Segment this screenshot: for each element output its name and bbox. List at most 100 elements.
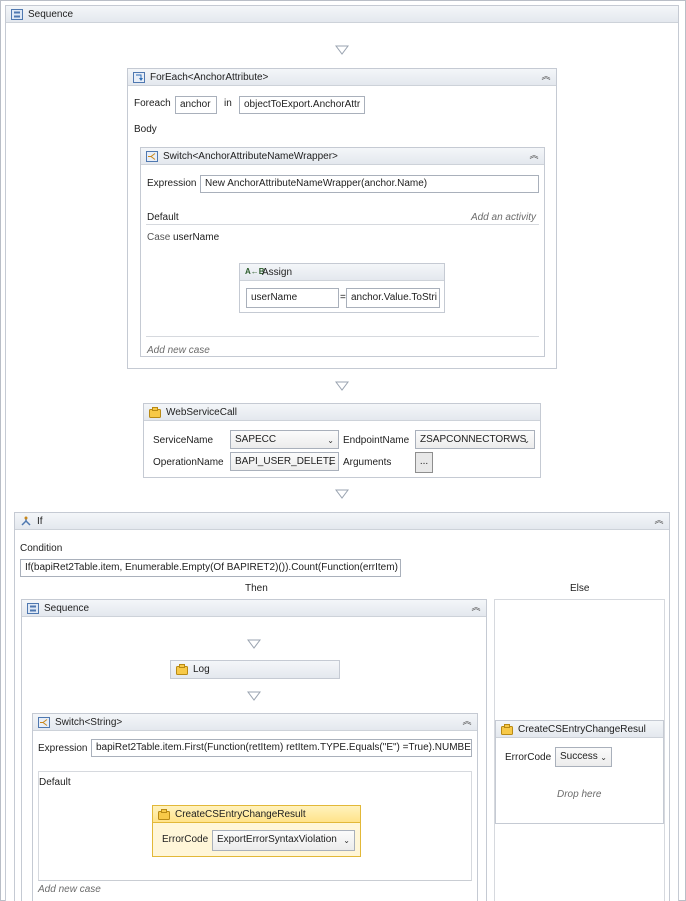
switch-string-activity[interactable]: Switch<String> ︽ Expression bapiRet2Tabl… — [32, 713, 478, 901]
if-icon — [21, 516, 31, 526]
chevron-down-icon: ⌄ — [523, 436, 530, 445]
condition-label: Condition — [20, 543, 63, 554]
switch-anchor-expression-input[interactable]: New AnchorAttributeNameWrapper(anchor.Na… — [200, 175, 539, 193]
chevron-down-icon: ⌄ — [327, 458, 334, 467]
service-name-label: ServiceName — [153, 435, 214, 446]
chevron-down-icon: ⌄ — [327, 436, 334, 445]
drop-target-arrow[interactable] — [247, 639, 261, 649]
errorcode-label: ErrorCode — [162, 834, 209, 845]
collapse-icon[interactable]: ︽ — [461, 716, 473, 728]
else-label: Else — [570, 583, 590, 594]
collapse-icon[interactable]: ︽ — [528, 150, 540, 162]
endpoint-name-select[interactable]: ZSAPCONNECTORWS ⌄ — [415, 430, 535, 449]
assign-to-input[interactable]: userName — [246, 288, 339, 308]
switch-anchor-case-region: Case userName A←B Assign userName = anch… — [146, 224, 539, 337]
inner-sequence-header[interactable]: Sequence ︽ — [22, 600, 486, 617]
arguments-button[interactable]: ... — [415, 452, 433, 473]
foreach-icon — [133, 72, 145, 83]
switch-anchor-default-label: Default — [147, 212, 179, 223]
switch-string-default-region: Default CreateCSEntryChangeResult ErrorC… — [38, 771, 472, 881]
outer-sequence-header[interactable]: Sequence — [6, 6, 678, 23]
webservice-header[interactable]: WebServiceCall — [144, 404, 540, 421]
add-new-case-link[interactable]: Add new case — [147, 345, 210, 356]
drop-target-arrow[interactable] — [247, 691, 261, 701]
webservice-call-activity[interactable]: WebServiceCall ServiceName SAPECC ⌄ Endp… — [143, 403, 541, 478]
if-activity[interactable]: If ︽ Condition If(bapiRet2Table.item, En… — [14, 512, 670, 901]
errorcode-label: ErrorCode — [505, 752, 552, 763]
switch-anchor-title: Switch<AnchorAttributeNameWrapper> — [163, 151, 338, 162]
switch-anchor-expression-label: Expression — [147, 178, 197, 189]
create-result-then-title: CreateCSEntryChangeResult — [175, 809, 306, 820]
foreach-in-label: in — [224, 98, 232, 109]
assign-activity[interactable]: A←B Assign userName = anchor.Value.ToStr… — [239, 263, 445, 313]
activity-icon — [501, 724, 513, 735]
errorcode-select[interactable]: ExportErrorSyntaxViolation ⌄ — [212, 830, 355, 851]
create-result-else-header[interactable]: CreateCSEntryChangeResul — [496, 721, 663, 738]
assign-header[interactable]: A←B Assign — [240, 264, 444, 281]
foreach-label: Foreach — [134, 98, 171, 109]
errorcode-value: ExportErrorSyntaxViolation — [217, 834, 337, 845]
operation-name-value: BAPI_USER_DELETE — [235, 456, 336, 467]
endpoint-name-label: EndpointName — [343, 435, 410, 446]
drop-target-arrow[interactable] — [335, 381, 349, 391]
service-name-select[interactable]: SAPECC ⌄ — [230, 430, 339, 449]
create-result-else-activity[interactable]: CreateCSEntryChangeResul ErrorCode Succe… — [495, 720, 664, 824]
inner-sequence-title: Sequence — [44, 603, 90, 614]
endpoint-name-value: ZSAPCONNECTORWS — [420, 434, 527, 445]
foreach-item-input[interactable]: anchor — [175, 96, 217, 114]
foreach-title: ForEach<AnchorAttribute> — [150, 72, 269, 83]
switch-string-header[interactable]: Switch<String> ︽ — [33, 714, 477, 731]
webservice-title: WebServiceCall — [166, 407, 237, 418]
switch-string-expression-input[interactable]: bapiRet2Table.item.First(Function(retIte… — [91, 739, 472, 757]
log-activity[interactable]: Log — [170, 660, 340, 679]
case-label: Case — [147, 232, 171, 243]
operation-name-select[interactable]: BAPI_USER_DELETE ⌄ — [230, 452, 339, 471]
operation-name-label: OperationName — [153, 457, 224, 468]
foreach-body-label: Body — [134, 124, 157, 135]
if-title: If — [37, 516, 43, 527]
case-value[interactable]: userName — [173, 232, 219, 243]
activity-icon — [176, 664, 188, 675]
activity-icon — [149, 407, 161, 418]
else-region: CreateCSEntryChangeResul ErrorCode Succe… — [494, 599, 665, 901]
collapse-icon[interactable]: ︽ — [653, 515, 665, 527]
add-new-case-link[interactable]: Add new case — [38, 884, 101, 895]
assign-value-input[interactable]: anchor.Value.ToStri — [346, 288, 440, 308]
drop-here-hint: Drop here — [557, 789, 602, 800]
condition-input[interactable]: If(bapiRet2Table.item, Enumerable.Empty(… — [20, 559, 401, 577]
assign-icon: A←B — [245, 267, 265, 276]
create-result-then-header[interactable]: CreateCSEntryChangeResult — [153, 806, 360, 823]
drop-target-arrow[interactable] — [335, 45, 349, 55]
switch-anchor-activity[interactable]: Switch<AnchorAttributeNameWrapper> ︽ Exp… — [140, 147, 545, 357]
foreach-activity[interactable]: ForEach<AnchorAttribute> ︽ Foreach ancho… — [127, 68, 557, 369]
chevron-down-icon: ⌄ — [343, 836, 350, 845]
activity-icon — [158, 809, 170, 820]
collapse-icon[interactable]: ︽ — [540, 71, 552, 83]
inner-sequence-activity[interactable]: Sequence ︽ Log Switch<String> ︽ Expressi… — [21, 599, 487, 901]
if-header[interactable]: If ︽ — [15, 513, 669, 530]
switch-string-title: Switch<String> — [55, 717, 123, 728]
add-activity-link[interactable]: Add an activity — [471, 212, 536, 223]
foreach-header[interactable]: ForEach<AnchorAttribute> ︽ — [128, 69, 556, 86]
outer-sequence-title: Sequence — [28, 9, 74, 20]
assign-title: Assign — [262, 267, 293, 278]
switch-icon — [146, 151, 158, 162]
errorcode-select[interactable]: Success ⌄ — [555, 747, 612, 767]
assign-equals: = — [340, 292, 346, 303]
drop-target-arrow[interactable] — [335, 489, 349, 499]
chevron-down-icon: ⌄ — [600, 753, 607, 762]
switch-icon — [38, 717, 50, 728]
then-label: Then — [245, 583, 268, 594]
log-header[interactable]: Log — [171, 661, 339, 678]
errorcode-value: Success — [560, 751, 598, 762]
collapse-icon[interactable]: ︽ — [470, 602, 482, 614]
arguments-label: Arguments — [343, 457, 392, 468]
log-title: Log — [193, 664, 210, 675]
switch-anchor-header[interactable]: Switch<AnchorAttributeNameWrapper> ︽ — [141, 148, 544, 165]
sequence-icon — [27, 603, 39, 614]
service-name-value: SAPECC — [235, 434, 277, 445]
sequence-icon — [11, 9, 23, 20]
create-result-then-activity[interactable]: CreateCSEntryChangeResult ErrorCode Expo… — [152, 805, 361, 857]
foreach-collection-input[interactable]: objectToExport.AnchorAttr — [239, 96, 365, 114]
switch-string-default-label: Default — [39, 777, 71, 788]
